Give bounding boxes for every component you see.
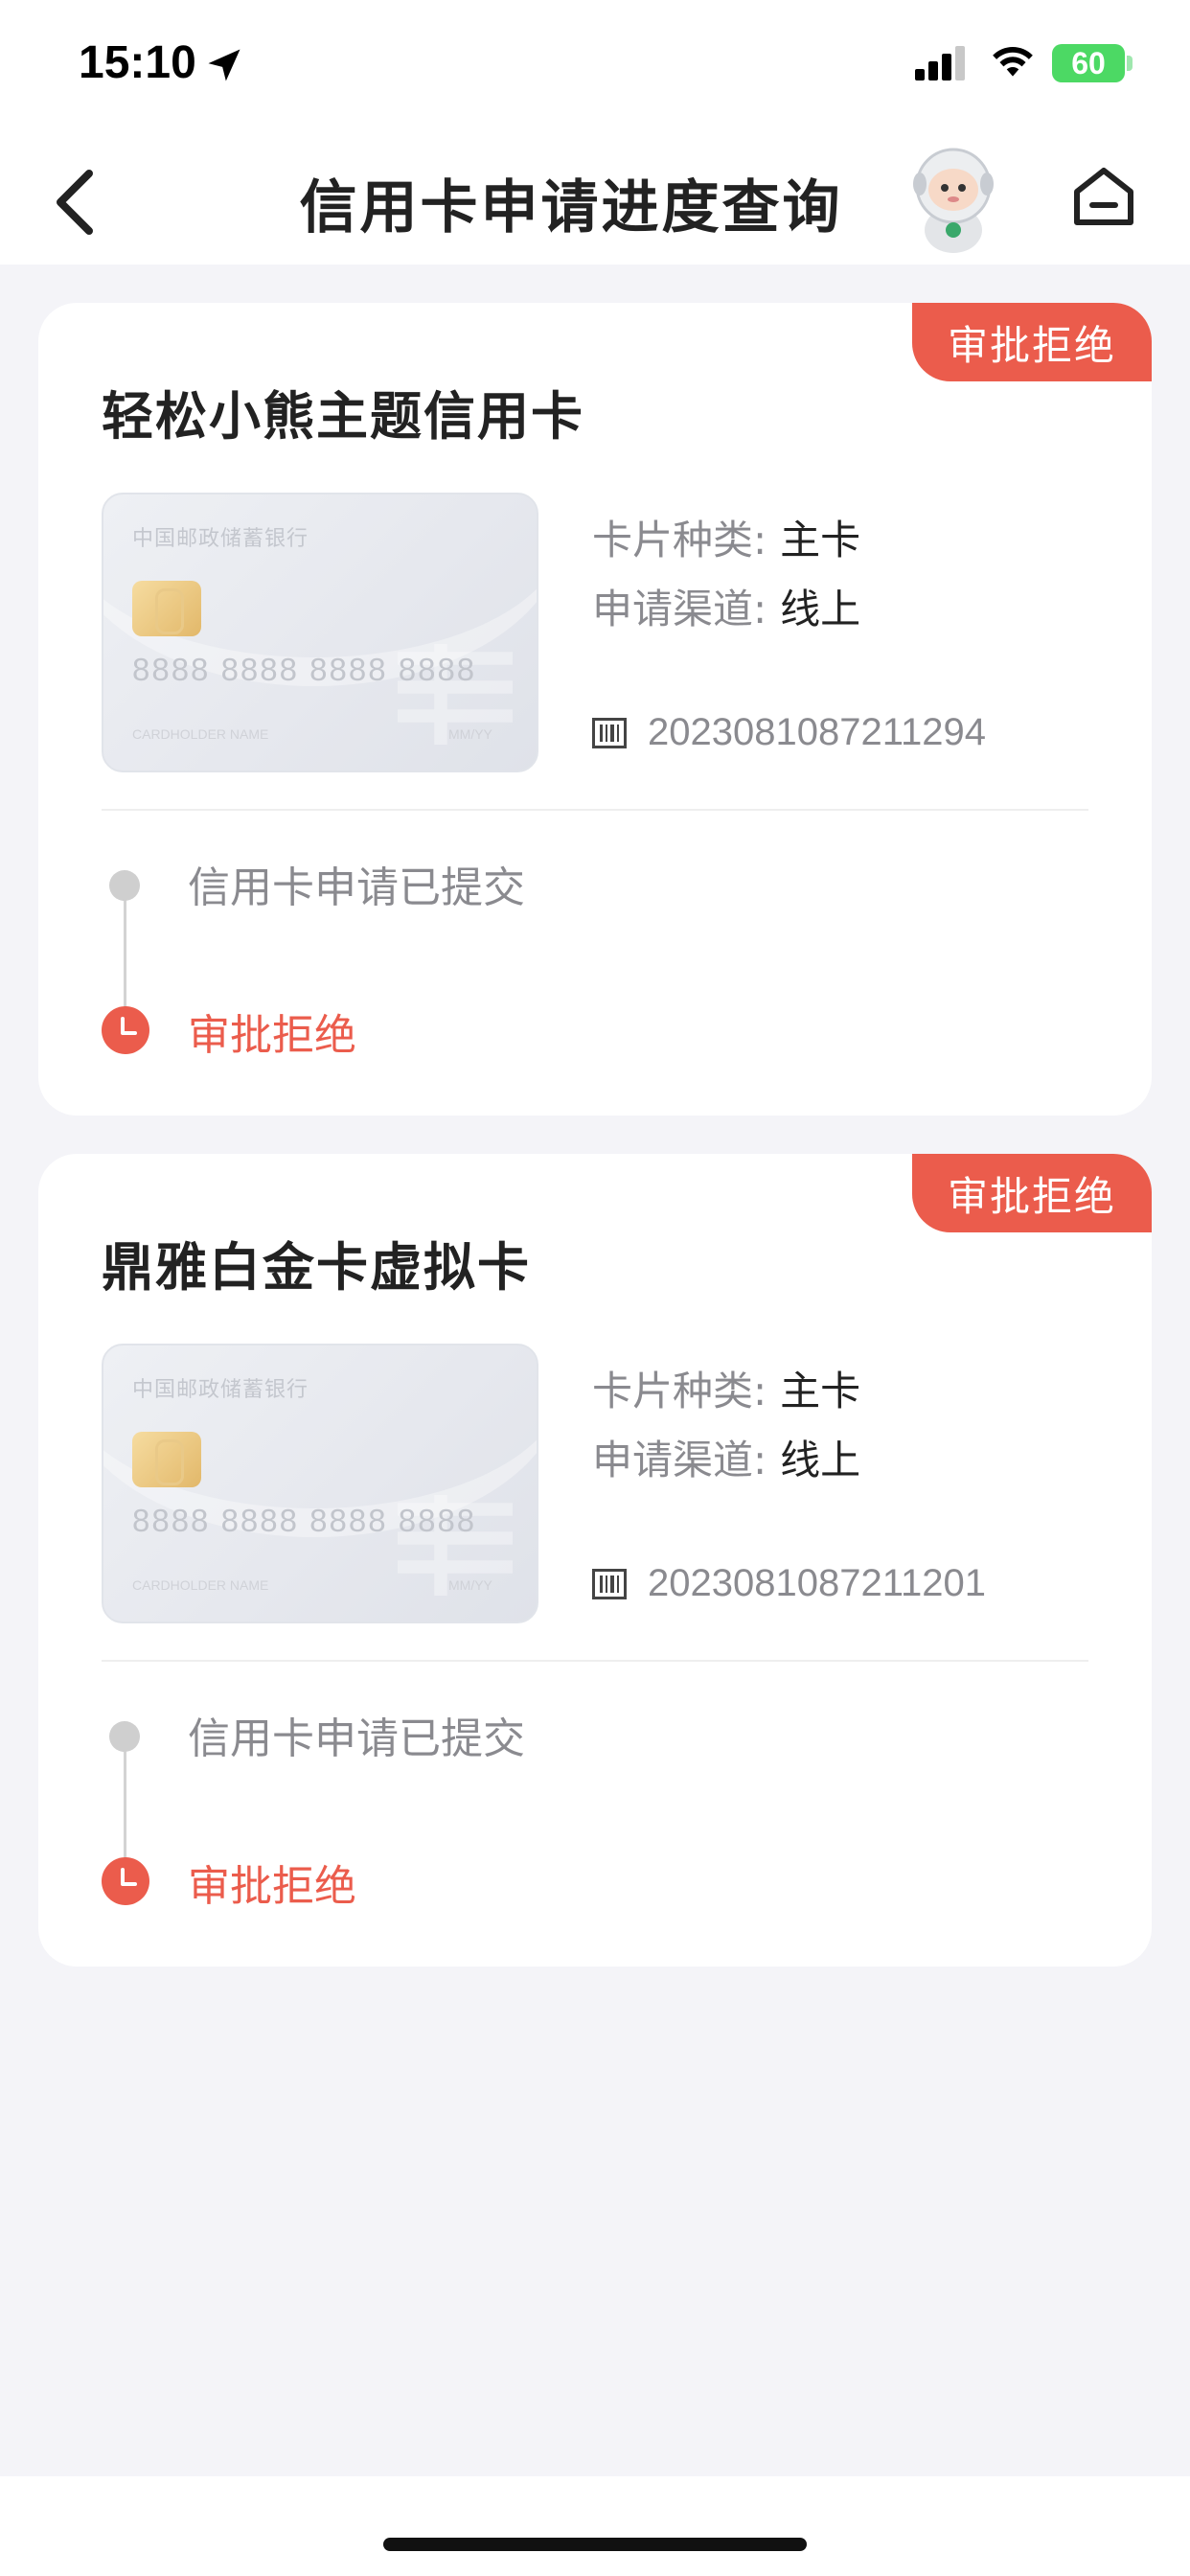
home-icon[interactable] bbox=[1069, 163, 1138, 232]
channel-row: 申请渠道: 线上 bbox=[592, 1428, 860, 1486]
card-type-label: 卡片种类: bbox=[592, 517, 767, 564]
card-type-row: 卡片种类: 主卡 bbox=[592, 508, 860, 566]
status-badge: 审批拒绝 bbox=[912, 303, 1152, 381]
status-bar: 15:10 60 bbox=[0, 0, 1190, 130]
battery-level: 60 bbox=[1071, 45, 1106, 80]
card-image: 中国邮政储蓄银行 8888 8888 8888 8888 CARDHOLDER … bbox=[102, 1344, 538, 1623]
wifi-icon bbox=[993, 46, 1033, 77]
timeline-step-current: 审批拒绝 bbox=[188, 1862, 356, 1911]
card-type-value: 主卡 bbox=[780, 517, 861, 564]
card-product-title: 鼎雅白金卡虚拟卡 bbox=[102, 1237, 531, 1298]
barcode-icon bbox=[592, 1568, 627, 1599]
divider bbox=[102, 809, 1088, 811]
channel-row: 申请渠道: 线上 bbox=[592, 577, 860, 635]
card-number: 8888 8888 8888 8888 bbox=[132, 652, 477, 687]
card-product-title: 轻松小熊主题信用卡 bbox=[102, 386, 584, 447]
timeline-step-current: 审批拒绝 bbox=[188, 1011, 356, 1060]
channel-value: 线上 bbox=[780, 1437, 861, 1484]
application-card[interactable]: 审批拒绝 鼎雅白金卡虚拟卡 中国邮政储蓄银行 8888 8888 8888 88… bbox=[38, 1154, 1152, 1966]
channel-label: 申请渠道: bbox=[592, 586, 767, 632]
expiry-label: MM/YY bbox=[448, 726, 492, 742]
cardholder-label: CARDHOLDER NAME bbox=[132, 726, 269, 742]
divider bbox=[102, 1660, 1088, 1662]
card-type-label: 卡片种类: bbox=[592, 1368, 767, 1414]
timeline-dot bbox=[109, 870, 140, 901]
channel-value: 线上 bbox=[780, 586, 861, 632]
battery-cap bbox=[1127, 56, 1133, 71]
status-badge: 审批拒绝 bbox=[912, 1154, 1152, 1232]
channel-label: 申请渠道: bbox=[592, 1437, 767, 1484]
card-number: 8888 8888 8888 8888 bbox=[132, 1503, 477, 1538]
page-title: 信用卡申请进度查询 bbox=[299, 174, 843, 242]
application-number-row: 2023081087211201 bbox=[592, 1562, 986, 1605]
card-type-row: 卡片种类: 主卡 bbox=[592, 1359, 860, 1417]
card-bank-name: 中国邮政储蓄银行 bbox=[132, 527, 309, 551]
home-indicator-area bbox=[0, 2476, 1190, 2576]
application-number: 2023081087211201 bbox=[648, 1562, 986, 1604]
application-number: 2023081087211294 bbox=[648, 711, 986, 753]
expiry-label: MM/YY bbox=[448, 1577, 492, 1593]
card-chip-icon bbox=[132, 1432, 201, 1487]
card-chip-icon bbox=[132, 581, 201, 636]
clock-icon bbox=[102, 1857, 149, 1905]
card-bank-name: 中国邮政储蓄银行 bbox=[132, 1378, 309, 1402]
timeline-step-submitted: 信用卡申请已提交 bbox=[188, 863, 525, 912]
cardholder-label: CARDHOLDER NAME bbox=[132, 1577, 269, 1593]
timeline-step-submitted: 信用卡申请已提交 bbox=[188, 1714, 525, 1763]
nav-bar: 信用卡申请进度查询 bbox=[0, 130, 1190, 264]
clock-icon bbox=[102, 1006, 149, 1054]
cellular-signal-icon bbox=[915, 46, 965, 80]
home-indicator-bar[interactable] bbox=[383, 2538, 807, 2551]
battery-charging-icon: 60 bbox=[1052, 44, 1125, 82]
status-time: 15:10 bbox=[79, 37, 196, 88]
barcode-icon bbox=[592, 717, 627, 748]
timeline-dot bbox=[109, 1721, 140, 1752]
location-arrow-icon bbox=[208, 49, 240, 81]
card-type-value: 主卡 bbox=[780, 1368, 861, 1414]
application-number-row: 2023081087211294 bbox=[592, 711, 986, 754]
card-image: 中国邮政储蓄银行 8888 8888 8888 8888 CARDHOLDER … bbox=[102, 493, 538, 772]
application-card[interactable]: 审批拒绝 轻松小熊主题信用卡 中国邮政储蓄银行 8888 8888 8888 8… bbox=[38, 303, 1152, 1116]
mascot-avatar-icon[interactable] bbox=[901, 142, 1006, 257]
